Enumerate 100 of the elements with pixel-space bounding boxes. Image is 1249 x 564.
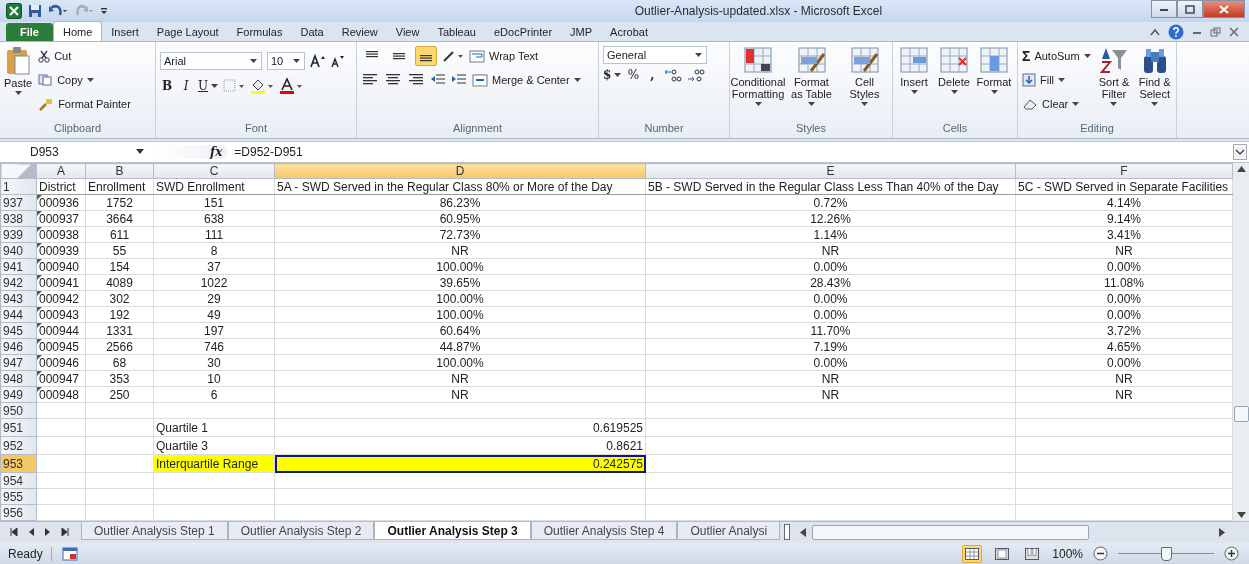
scroll-down-icon[interactable] [1236, 512, 1246, 518]
column-header[interactable]: A [36, 163, 86, 179]
formula-field[interactable]: =D952-D951 [234, 145, 1227, 159]
orientation-icon[interactable] [442, 49, 464, 63]
table-cell: 0.00% [645, 354, 1016, 371]
ribbon-tab[interactable]: Page Layout [147, 23, 228, 41]
column-header[interactable]: D [274, 163, 646, 179]
cells-button[interactable]: Insert [897, 46, 931, 94]
scroll-up-icon[interactable] [1236, 166, 1246, 172]
close-workbook-icon[interactable] [1229, 27, 1239, 37]
sheet-nav-icon[interactable] [44, 528, 52, 536]
ribbon-tab[interactable]: Home [52, 21, 103, 41]
zoom-level[interactable]: 100% [1052, 546, 1083, 561]
excel-logo-icon[interactable] [6, 3, 22, 19]
save-icon[interactable] [28, 4, 42, 18]
group-label: Clipboard [52, 122, 103, 136]
macro-record-icon[interactable] [61, 546, 78, 561]
column-header[interactable]: F [1015, 163, 1233, 179]
currency-button[interactable]: $ [603, 68, 622, 82]
font-name-field[interactable]: Arial [160, 52, 262, 70]
restore-workbook-icon[interactable] [1210, 27, 1221, 37]
zoom-out-icon[interactable] [1093, 546, 1108, 561]
undo-icon[interactable] [48, 4, 68, 18]
sheet-tab[interactable]: Outlier Analysi [677, 522, 781, 540]
file-tab[interactable]: File [6, 23, 53, 41]
sheet-nav-icon[interactable] [61, 528, 69, 536]
sort-filter-button[interactable]: Sort & Filter [1096, 46, 1132, 106]
horizontal-align-icon[interactable] [361, 74, 379, 86]
table-cell: 000943 [36, 306, 86, 323]
tab-splitter[interactable] [784, 524, 791, 540]
sheet-tab[interactable]: Outlier Analysis Step 1 [81, 522, 228, 540]
close-button[interactable] [1203, 0, 1245, 18]
increase-decimal-icon[interactable] [664, 68, 683, 82]
autosum-button[interactable]: Σ AutoSum [1022, 46, 1091, 66]
fill-color-icon[interactable] [250, 78, 275, 94]
cut-button[interactable]: Cut [38, 46, 131, 66]
comma-button[interactable]: , [645, 68, 660, 82]
column-header[interactable]: C [153, 163, 275, 179]
cells-button[interactable]: Delete [937, 46, 971, 94]
font-color-icon[interactable] [279, 78, 304, 94]
style-gallery-button[interactable]: Cell Styles [841, 46, 888, 106]
sheet-tab[interactable]: Outlier Analysis Step 3 [374, 522, 531, 540]
zoom-slider-thumb[interactable] [1161, 547, 1172, 561]
zoom-in-icon[interactable] [1224, 546, 1239, 561]
scrollbar-thumb[interactable] [1233, 406, 1249, 422]
name-box[interactable]: D953 [0, 145, 130, 159]
normal-view-button[interactable] [962, 544, 983, 563]
table-cell: 154 [85, 258, 154, 275]
sheet-nav-icon[interactable] [10, 528, 18, 536]
format-painter-button[interactable]: Format Painter [38, 94, 131, 114]
dropdown-icon[interactable] [136, 149, 144, 155]
help-icon[interactable] [1168, 24, 1184, 40]
maximize-button[interactable] [1177, 0, 1203, 18]
ribbon-tab[interactable]: Insert [102, 23, 148, 41]
collapse-ribbon-icon[interactable] [1150, 28, 1160, 36]
merge-center-button[interactable]: Merge & Center [472, 70, 581, 90]
clear-button[interactable]: Clear [1022, 94, 1091, 114]
vertical-align-button[interactable] [415, 46, 437, 66]
scrollbar-thumb[interactable] [812, 524, 1090, 540]
number-format-field[interactable]: General [603, 46, 707, 64]
decrease-indent-icon[interactable] [430, 74, 446, 86]
decrease-decimal-icon[interactable] [687, 68, 706, 82]
paste-button[interactable]: Paste [4, 46, 33, 95]
ribbon-tab[interactable]: Tableau [428, 23, 485, 41]
table-cells-icon [979, 46, 1009, 74]
cells-button[interactable]: Format [977, 46, 1011, 94]
grow-font-icon[interactable] [310, 54, 326, 68]
expand-icon[interactable] [1233, 144, 1247, 160]
sheet-tab[interactable]: Outlier Analysis Step 4 [530, 522, 678, 540]
fill-button[interactable]: Fill [1022, 70, 1091, 90]
shrink-font-icon[interactable] [331, 54, 345, 68]
increase-indent-icon[interactable] [451, 74, 467, 86]
underline-button[interactable]: U [198, 79, 219, 93]
sheet-tab[interactable]: Outlier Analysis Step 2 [227, 522, 375, 540]
ribbon-tab[interactable]: eDocPrinter [484, 23, 562, 41]
wrap-text-button[interactable]: Wrap Text [469, 46, 539, 66]
ribbon-tab[interactable]: Formulas [227, 23, 292, 41]
percent-button[interactable]: % [626, 68, 641, 82]
ribbon-tab[interactable]: Acrobat [601, 23, 657, 41]
font-size-field[interactable]: 10 [267, 52, 305, 70]
bold-button[interactable]: B [160, 79, 174, 93]
find-select-button[interactable]: Find & Select [1137, 46, 1172, 106]
ribbon-tab[interactable]: View [386, 23, 429, 41]
scroll-left-icon[interactable] [800, 527, 807, 537]
window-title: Outlier-Analysis-updated.xlsx - Microsoft Excel [633, 4, 884, 18]
horizontal-align-icon[interactable] [384, 74, 402, 86]
scroll-right-icon[interactable] [1219, 527, 1225, 537]
column-header[interactable]: E [645, 163, 1016, 179]
copy-button[interactable]: Copy [38, 70, 131, 90]
column-header[interactable]: B [85, 163, 154, 179]
ribbon-tab[interactable]: Review [332, 23, 387, 41]
horizontal-align-icon[interactable] [407, 74, 425, 86]
sheet-nav-icon[interactable] [27, 528, 35, 536]
italic-button[interactable]: I [179, 79, 193, 93]
customize-toolbar-icon[interactable] [100, 5, 108, 17]
ribbon-tab[interactable]: JMP [561, 23, 602, 41]
column-heading: 5A - SWD Served in the Regular Class 80% or More of the Day [274, 178, 646, 195]
ribbon-tab[interactable]: Data [291, 23, 333, 41]
style-gallery-button[interactable]: Format as Table [788, 46, 835, 106]
minimize-button[interactable] [1151, 0, 1177, 18]
